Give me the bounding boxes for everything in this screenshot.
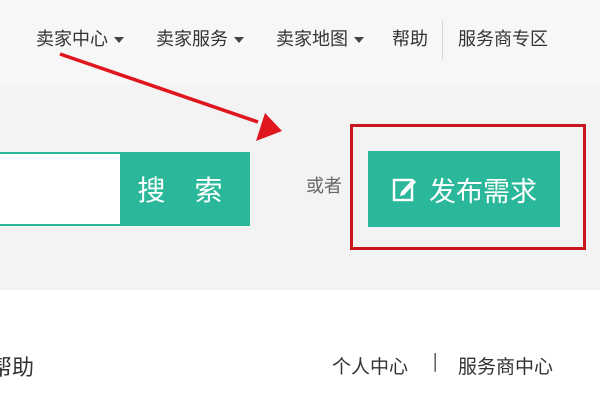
service-provider-center-link[interactable]: 服务商中心	[458, 352, 553, 379]
link-separator: |	[432, 350, 439, 372]
bottom-help-label: 帮助	[0, 356, 35, 381]
personal-center-link[interactable]: 个人中心	[332, 352, 408, 379]
annotation-arrow	[59, 52, 282, 141]
